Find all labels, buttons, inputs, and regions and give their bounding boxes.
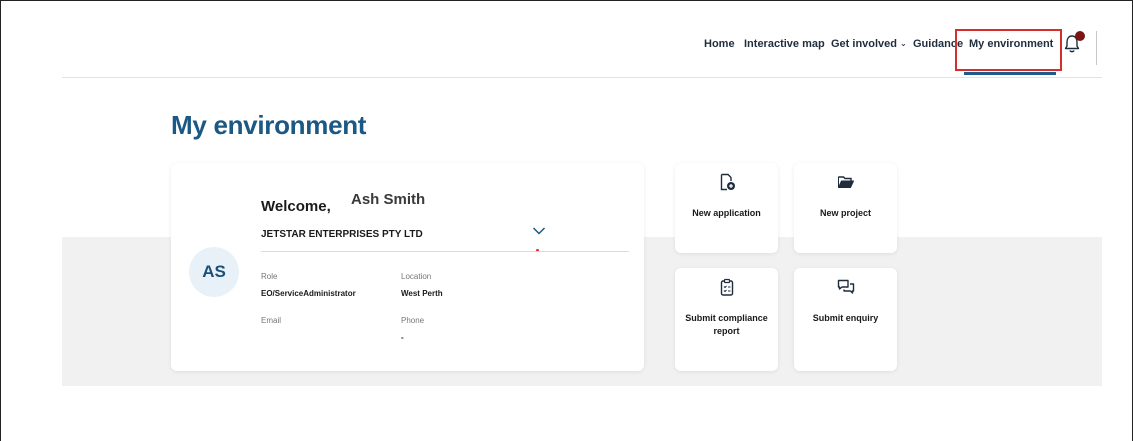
- submit-compliance-report-label: Submit compliance report: [685, 313, 768, 336]
- submit-compliance-report-button[interactable]: Submit compliance report: [675, 268, 778, 371]
- new-project-button[interactable]: New project: [794, 163, 897, 253]
- nav-interactive-map[interactable]: Interactive map: [744, 38, 825, 50]
- chat-bubbles-icon: [837, 279, 855, 294]
- caret-down-icon: ⌄: [900, 39, 907, 48]
- new-application-button[interactable]: New application: [675, 163, 778, 253]
- location-value: West Perth: [401, 289, 443, 298]
- submit-enquiry-label: Submit enquiry: [812, 313, 879, 323]
- chevron-down-icon[interactable]: [532, 225, 546, 237]
- user-name: Ash Smith: [351, 191, 426, 208]
- phone-label: Phone: [401, 316, 425, 325]
- active-nav-indicator: [964, 72, 1056, 75]
- top-nav: Home Interactive map Get involved ⌄ Guida…: [0, 0, 1133, 78]
- new-application-label: New application: [692, 208, 761, 218]
- welcome-text: Welcome,: [261, 198, 331, 215]
- phone-value: -: [401, 333, 404, 342]
- notification-dot: [1075, 31, 1085, 41]
- folder-open-icon: [838, 176, 854, 188]
- nav-get-involved[interactable]: Get involved ⌄: [831, 38, 907, 50]
- profile-card: AS Welcome, Ash Smith JETSTAR ENTERPRISE…: [171, 163, 644, 371]
- role-value: EO/ServiceAdministrator: [261, 289, 356, 298]
- nav-get-involved-label: Get involved: [831, 38, 898, 50]
- page-title: My environment: [171, 110, 367, 140]
- new-project-label: New project: [819, 208, 871, 218]
- role-label: Role: [261, 272, 278, 281]
- clipboard-checklist-icon: [720, 278, 734, 296]
- nav-home[interactable]: Home: [704, 38, 735, 50]
- location-label: Location: [401, 272, 432, 281]
- nav-separator: [1096, 31, 1097, 65]
- new-file-icon: [720, 173, 735, 191]
- card-divider: [261, 251, 629, 252]
- email-label: Email: [261, 316, 282, 325]
- organisation-name: JETSTAR ENTERPRISES PTY LTD: [261, 229, 423, 240]
- nav-divider: [62, 77, 1102, 78]
- avatar: AS: [189, 247, 239, 297]
- submit-enquiry-button[interactable]: Submit enquiry: [794, 268, 897, 371]
- highlight-box: [955, 29, 1062, 71]
